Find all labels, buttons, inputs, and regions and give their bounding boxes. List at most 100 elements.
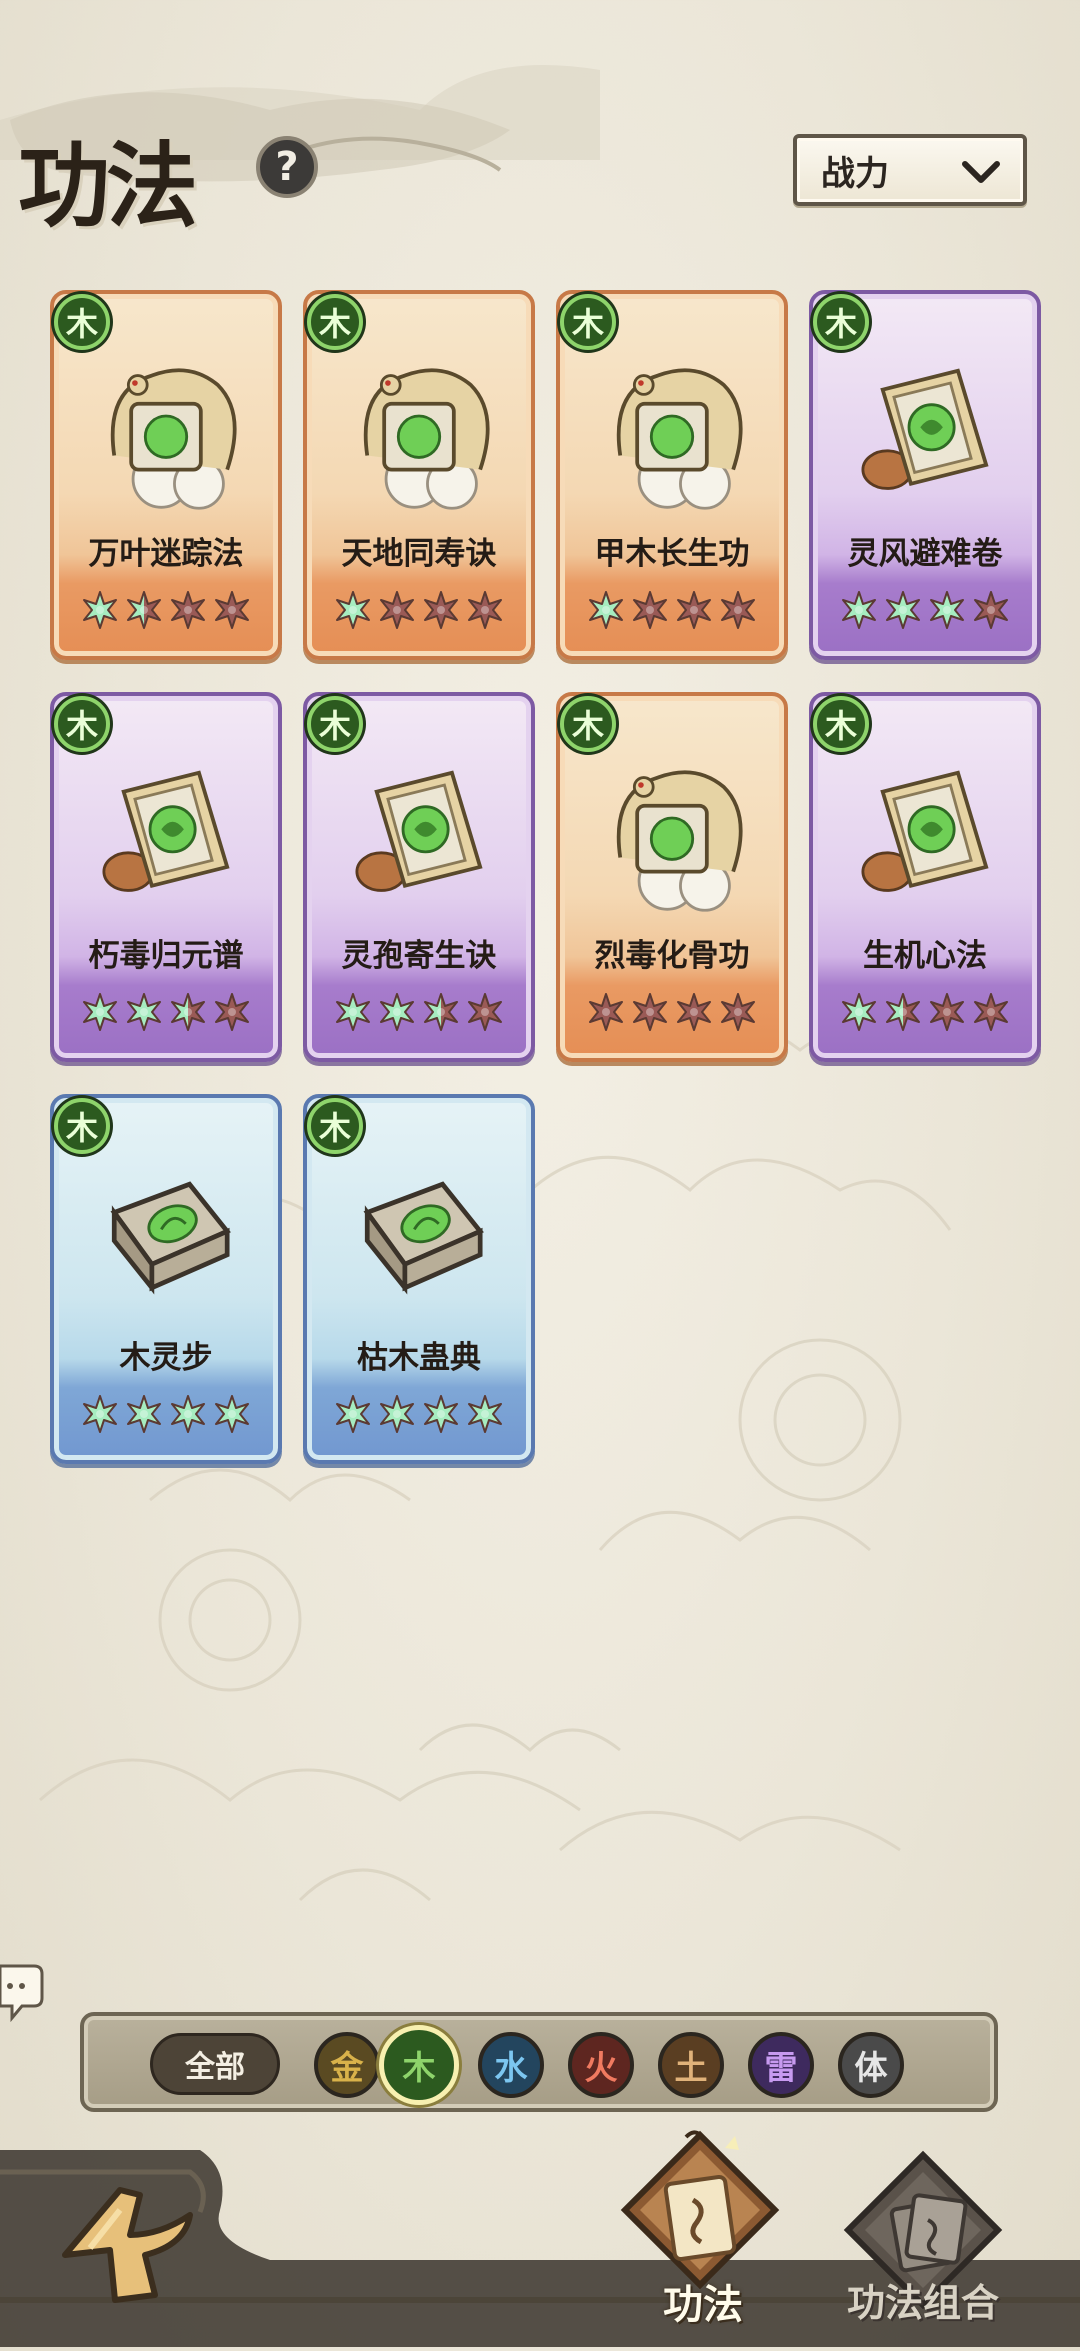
- star-icon: [633, 591, 667, 629]
- star-icon: [842, 993, 876, 1031]
- star-icon: [171, 591, 205, 629]
- filter-all-button[interactable]: 全部: [150, 2033, 280, 2095]
- element-badge-wood: 木: [54, 696, 110, 752]
- star-rating: [303, 590, 535, 630]
- technique-name: 天地同寿诀: [341, 536, 497, 572]
- tab-combo-label[interactable]: 功法组合: [828, 2272, 1018, 2327]
- technique-card[interactable]: 木烈毒化骨功: [556, 692, 788, 1062]
- technique-card[interactable]: 木灵风避难卷: [809, 290, 1041, 660]
- technique-card[interactable]: 木天地同寿诀: [303, 290, 535, 660]
- star-icon: [424, 591, 458, 629]
- chevron-down-icon: [962, 161, 1000, 183]
- star-icon: [468, 591, 502, 629]
- element-badge-wood: 木: [560, 294, 616, 350]
- filter-element-4[interactable]: 土: [658, 2032, 724, 2098]
- star-icon: [380, 993, 414, 1031]
- element-badge-wood: 木: [307, 1098, 363, 1154]
- star-icon: [589, 993, 623, 1031]
- star-icon: [468, 993, 502, 1031]
- technique-card[interactable]: 木万叶迷踪法: [50, 290, 282, 660]
- technique-name: 烈毒化骨功: [594, 938, 750, 974]
- star-icon: [336, 591, 370, 629]
- star-icon: [171, 1395, 205, 1433]
- star-icon: [930, 993, 964, 1031]
- technique-card[interactable]: 木灵孢寄生诀: [303, 692, 535, 1062]
- page-title: 功法: [18, 132, 198, 240]
- element-badge-wood: 木: [560, 696, 616, 752]
- element-badge-wood: 木: [307, 696, 363, 752]
- technique-art-icon: [861, 368, 989, 490]
- technique-card[interactable]: 木甲木长生功: [556, 290, 788, 660]
- back-arrow-button[interactable]: [50, 2170, 200, 2320]
- star-icon: [127, 591, 161, 629]
- star-icon: [842, 591, 876, 629]
- technique-name: 枯木蛊典: [357, 1340, 481, 1376]
- element-badge-wood: 木: [813, 294, 869, 350]
- star-icon: [930, 591, 964, 629]
- star-icon: [336, 1395, 370, 1433]
- technique-card[interactable]: 木枯木蛊典: [303, 1094, 535, 1464]
- star-rating: [809, 590, 1041, 630]
- chat-bubble-icon[interactable]: [0, 1960, 44, 2022]
- element-badge-wood: 木: [813, 696, 869, 752]
- star-rating: [809, 992, 1041, 1032]
- technique-art-icon: [102, 770, 230, 892]
- technique-art-icon: [616, 368, 743, 510]
- filter-element-6[interactable]: 体: [838, 2032, 904, 2098]
- star-icon: [83, 993, 117, 1031]
- technique-name: 灵风避难卷: [847, 536, 1003, 572]
- star-icon: [380, 1395, 414, 1433]
- technique-name: 灵孢寄生诀: [341, 938, 497, 974]
- star-icon: [886, 591, 920, 629]
- technique-name: 生机心法: [863, 938, 987, 974]
- star-icon: [677, 591, 711, 629]
- star-icon: [468, 1395, 502, 1433]
- star-icon: [721, 993, 755, 1031]
- filter-element-0[interactable]: 金: [314, 2032, 380, 2098]
- star-icon: [215, 591, 249, 629]
- sort-dropdown[interactable]: 战力: [793, 134, 1027, 206]
- technique-art-icon: [616, 770, 743, 912]
- star-icon: [83, 1395, 117, 1433]
- star-icon: [215, 993, 249, 1031]
- star-rating: [303, 1394, 535, 1434]
- star-icon: [589, 591, 623, 629]
- star-icon: [83, 591, 117, 629]
- tab-gongfa-label[interactable]: 功法: [620, 2272, 786, 2330]
- filter-element-1[interactable]: 木: [379, 2025, 459, 2105]
- element-badge-wood: 木: [307, 294, 363, 350]
- star-icon: [721, 591, 755, 629]
- technique-card[interactable]: 木生机心法: [809, 692, 1041, 1062]
- star-icon: [336, 993, 370, 1031]
- star-rating: [303, 992, 535, 1032]
- technique-art-icon: [355, 770, 483, 892]
- help-button[interactable]: ?: [256, 136, 318, 198]
- star-icon: [886, 993, 920, 1031]
- star-icon: [424, 993, 458, 1031]
- star-rating: [556, 992, 788, 1032]
- element-badge-wood: 木: [54, 1098, 110, 1154]
- star-icon: [974, 591, 1008, 629]
- star-icon: [127, 1395, 161, 1433]
- sort-label: 战力: [821, 153, 889, 194]
- technique-art-icon: [110, 368, 237, 510]
- filter-element-3[interactable]: 火: [568, 2032, 634, 2098]
- star-icon: [380, 591, 414, 629]
- technique-name: 朽毒归元谱: [88, 938, 244, 974]
- technique-card[interactable]: 木木灵步: [50, 1094, 282, 1464]
- technique-name: 甲木长生功: [594, 536, 750, 572]
- technique-art-icon: [110, 1181, 231, 1295]
- star-icon: [677, 993, 711, 1031]
- star-rating: [50, 992, 282, 1032]
- star-icon: [171, 993, 205, 1031]
- star-rating: [50, 590, 282, 630]
- filter-element-5[interactable]: 雷: [748, 2032, 814, 2098]
- technique-card[interactable]: 木朽毒归元谱: [50, 692, 282, 1062]
- star-rating: [50, 1394, 282, 1434]
- star-icon: [424, 1395, 458, 1433]
- star-icon: [974, 993, 1008, 1031]
- element-filter-bar: 全部 金木水火土雷体: [80, 2012, 998, 2112]
- filter-element-2[interactable]: 水: [478, 2032, 544, 2098]
- technique-art-icon: [363, 1181, 484, 1295]
- technique-art-icon: [363, 368, 490, 510]
